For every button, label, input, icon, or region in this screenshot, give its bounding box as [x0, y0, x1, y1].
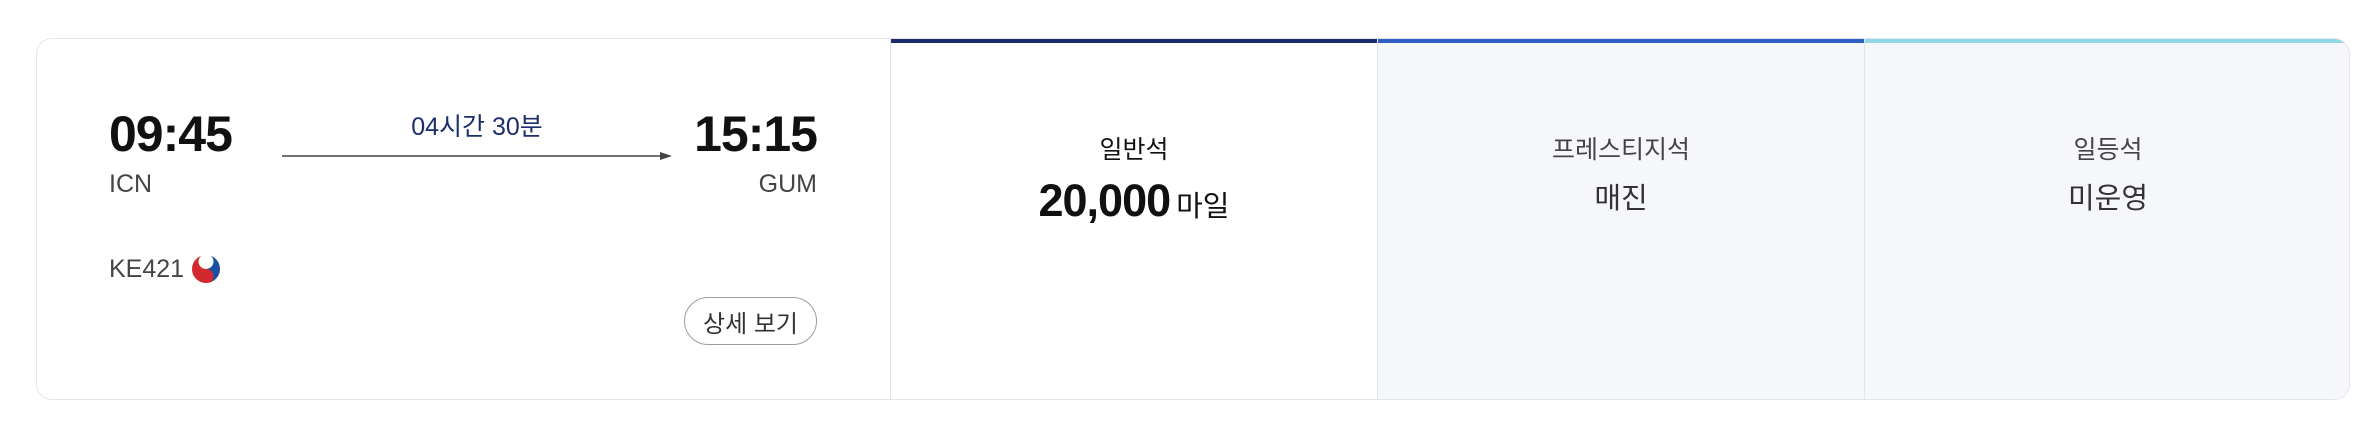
fare-economy-name: 일반석	[1099, 136, 1169, 164]
fare-economy-unit: 마일	[1176, 191, 1230, 223]
fare-first-bar	[1865, 39, 2349, 43]
flight-number: KE421	[109, 253, 223, 285]
fare-economy-price: 20,000 마일	[891, 175, 1377, 227]
fare-economy-bar	[891, 39, 1377, 43]
fare-prestige[interactable]: 프레스티지석 매진	[1377, 39, 1864, 399]
departure-time: 09:45	[109, 106, 233, 162]
flight-result-card: 09:45 ICN 04시간 30분 15:15 GUM KE421 상세 보기…	[36, 38, 2350, 400]
flight-number-label: KE421	[109, 254, 185, 283]
fare-prestige-status: 매진	[1594, 183, 1648, 215]
fare-first[interactable]: 일등석 미운영	[1864, 39, 2349, 399]
route-arrow-icon	[282, 152, 672, 160]
fare-economy-miles: 20,000	[1038, 175, 1171, 226]
fare-prestige-bar	[1378, 39, 1864, 43]
flight-info: 09:45 ICN 04시간 30분 15:15 GUM KE421 상세 보기	[37, 39, 890, 399]
fare-first-name: 일등석	[2073, 136, 2143, 164]
airline-logo-icon	[190, 253, 223, 285]
flight-duration: 04시간 30분	[411, 113, 543, 141]
detail-view-button[interactable]: 상세 보기	[684, 297, 817, 345]
fare-first-status: 미운영	[2067, 183, 2149, 215]
departure-airport: ICN	[109, 170, 153, 198]
arrival-airport: GUM	[758, 170, 817, 198]
arrival-time: 15:15	[694, 106, 818, 162]
fare-prestige-name: 프레스티지석	[1551, 136, 1690, 164]
fare-economy[interactable]: 일반석 20,000 마일	[890, 39, 1377, 399]
